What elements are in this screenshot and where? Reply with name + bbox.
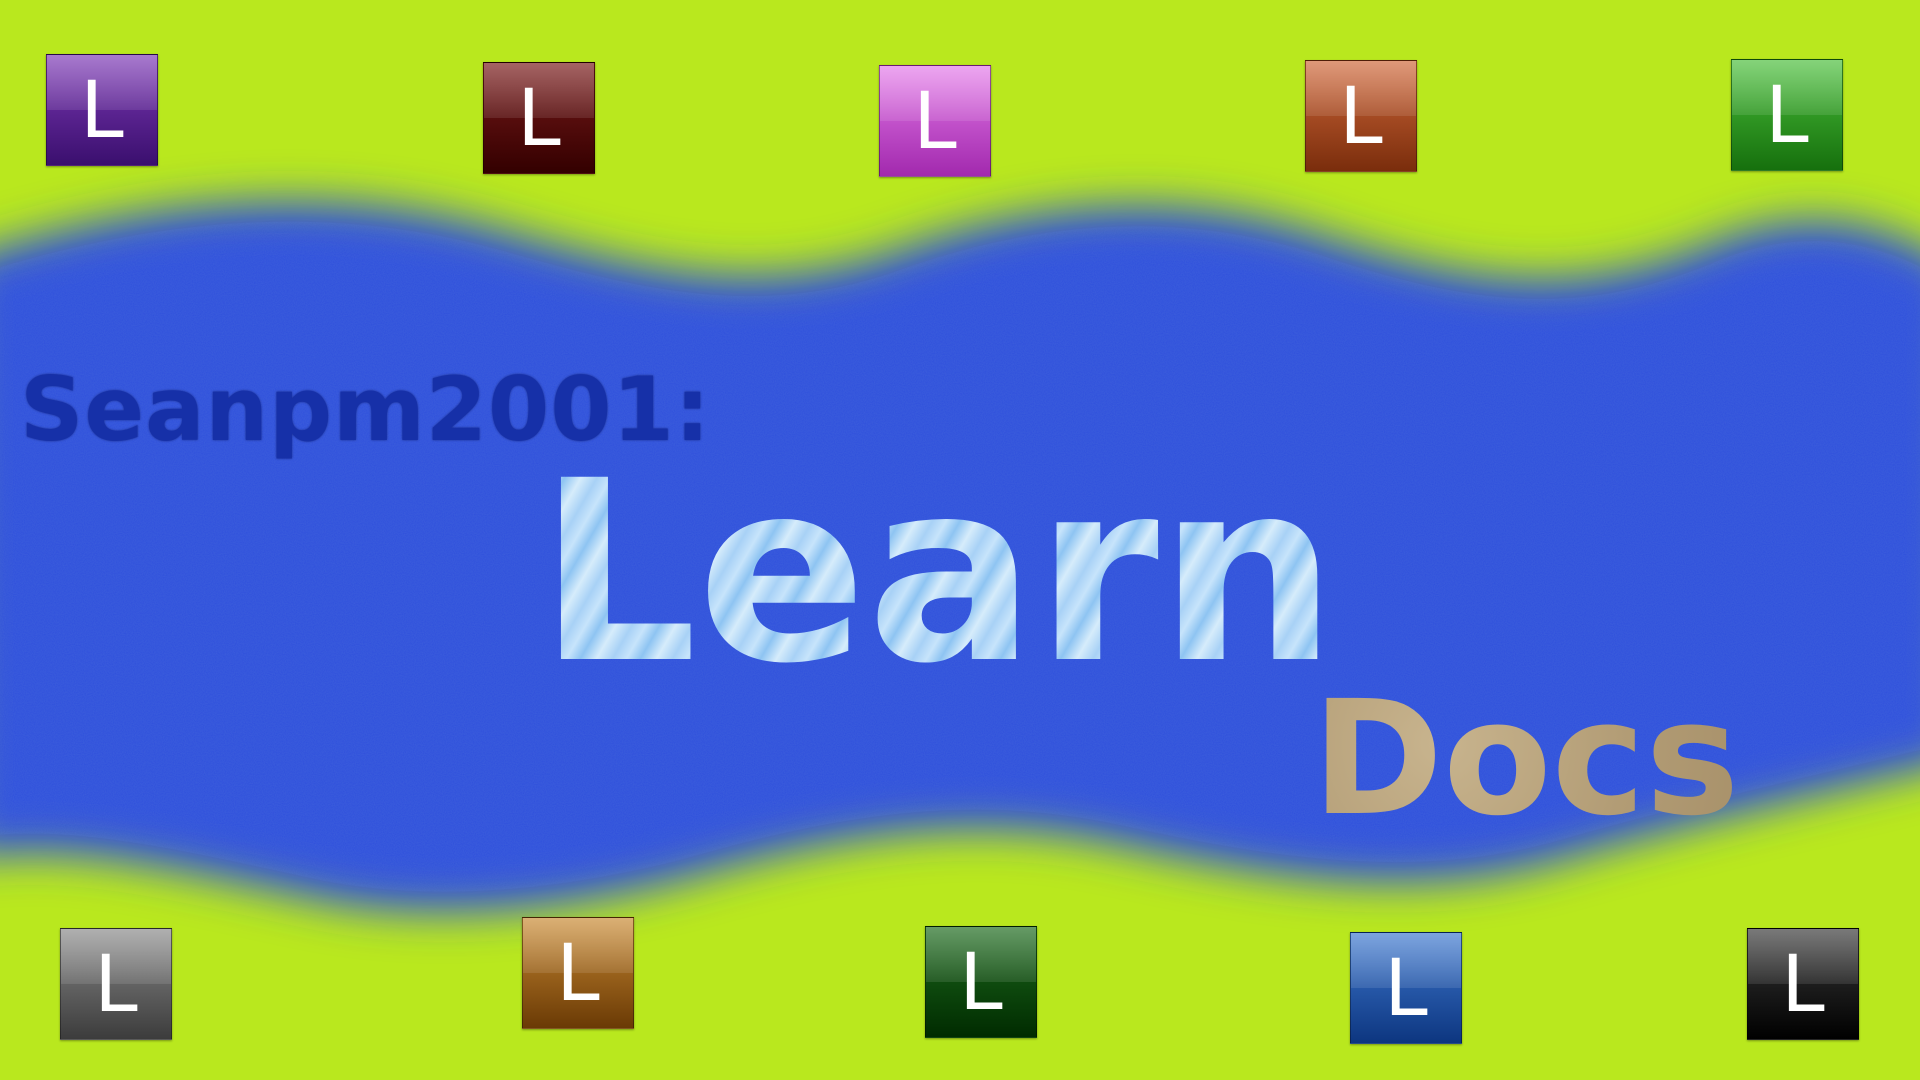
bottom-tile-1: L	[60, 928, 172, 1040]
bottom-tile-4: L	[1350, 932, 1462, 1044]
bottom-tile-5: L	[1747, 928, 1859, 1040]
bottom-tile-2: L	[522, 917, 634, 1029]
magenta-l-tile-icon: L	[913, 77, 957, 167]
bottom-tile-3: L	[925, 926, 1037, 1038]
green-l-tile-icon: L	[1765, 71, 1809, 161]
black-l-tile-icon: L	[1781, 940, 1825, 1030]
dark-green-l-tile-icon: L	[959, 938, 1003, 1028]
top-tile-2: L	[483, 62, 595, 174]
blue-l-tile-icon: L	[1384, 944, 1428, 1034]
purple-l-tile-icon: L	[80, 66, 124, 156]
subtitle-heading: Docs	[1312, 667, 1740, 851]
top-tile-4: L	[1305, 60, 1417, 172]
amber-l-tile-icon: L	[556, 929, 600, 1019]
rust-l-tile-icon: L	[1339, 72, 1383, 162]
top-tile-3: L	[879, 65, 991, 177]
gray-l-tile-icon: L	[94, 940, 138, 1030]
title-heading: Learn	[538, 427, 1337, 718]
top-tile-5: L	[1731, 59, 1843, 171]
top-tile-1: L	[46, 54, 158, 166]
maroon-l-tile-icon: L	[517, 74, 561, 164]
